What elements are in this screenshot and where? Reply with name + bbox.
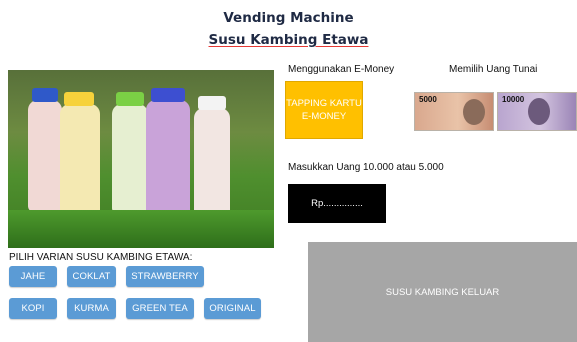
insert-instruction: Masukkan Uang 10.000 atau 5.000 [288,162,444,173]
bottle-cap [198,96,226,110]
bottle-strawberry [28,100,62,212]
variant-button-kopi[interactable]: KOPI [9,298,57,319]
variant-button-kurma[interactable]: KURMA [67,298,116,319]
banknote-10000[interactable]: 10000 [497,92,577,131]
banknote-value: 10000 [502,95,525,104]
dispense-output-area[interactable]: SUSU KAMBING KELUAR [308,242,577,342]
variant-button-green-tea[interactable]: GREEN TEA [126,298,194,319]
page-title: Vending Machine [223,10,354,26]
cash-label: Memilih Uang Tunai [449,64,538,75]
bottle-original [194,108,230,220]
portrait-icon [528,98,550,125]
variant-button-coklat[interactable]: COKLAT [67,266,116,287]
portrait-icon [463,99,485,125]
product-photo [8,70,274,248]
banknote-value: 5000 [419,95,437,104]
bottle-green [112,104,148,214]
bottle-cap [64,92,94,106]
amount-display: Rp............... [288,184,386,223]
variant-heading: PILIH VARIAN SUSU KAMBING ETAWA: [9,252,193,263]
tap-card-button[interactable]: TAPPING KARTU E-MONEY [285,81,363,139]
bottle-cap [116,92,144,106]
emoney-label: Menggunakan E-Money [288,64,395,75]
bottle-cap [151,88,185,102]
bottle-vanilla [60,104,100,224]
subtitle-text: Susu Kambing Etawa [208,32,369,48]
variant-button-jahe[interactable]: JAHE [9,266,57,287]
bottle-cap [32,88,58,102]
variant-button-strawberry[interactable]: STRAWBERRY [126,266,204,287]
page-subtitle: Susu Kambing Etawa [0,32,577,48]
banknote-5000[interactable]: 5000 [414,92,494,131]
variant-button-original[interactable]: ORIGINAL [204,298,261,319]
grass [8,210,274,248]
